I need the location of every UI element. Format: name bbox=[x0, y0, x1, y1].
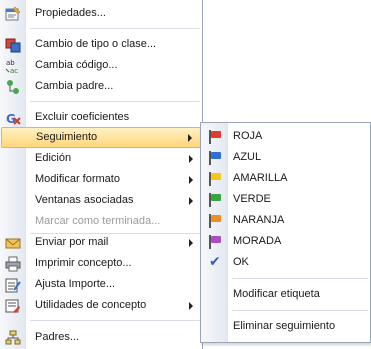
menu-item-mark-finished: Marcar como terminada... bbox=[0, 211, 202, 232]
submenu-item-red-flag[interactable]: ROJA bbox=[201, 126, 370, 147]
yellow-flag-icon bbox=[207, 171, 223, 187]
menu-item-change-parent[interactable]: Cambia padre... bbox=[0, 76, 202, 97]
menu-item-tracking[interactable]: Seguimiento bbox=[1, 127, 201, 148]
menu-item-edit[interactable]: Edición bbox=[0, 148, 202, 169]
tracking-submenu: ROJA AZUL AMARILLA VERDE NARANJA MORADA … bbox=[200, 122, 371, 343]
utilities-icon bbox=[5, 298, 21, 314]
menu-separator bbox=[30, 101, 200, 102]
submenu-arrow-icon bbox=[188, 134, 192, 142]
submenu-arrow-icon bbox=[189, 239, 193, 247]
submenu-item-remove-tracking[interactable]: Eliminar seguimiento bbox=[201, 316, 370, 337]
submenu-separator bbox=[232, 278, 368, 279]
menu-item-label: Edición bbox=[35, 152, 72, 164]
menu-item-modify-format[interactable]: Modificar formato bbox=[0, 169, 202, 190]
submenu-item-ok[interactable]: ✔ OK bbox=[201, 252, 370, 273]
menu-item-change-type[interactable]: Cambio de tipo o clase... bbox=[0, 34, 202, 55]
context-menu: Propiedades... Cambio de tipo o clase...… bbox=[0, 0, 203, 349]
submenu-item-label: NARANJA bbox=[233, 214, 285, 226]
submenu-item-label: OK bbox=[233, 256, 249, 268]
submenu-item-label: Eliminar seguimiento bbox=[233, 320, 336, 332]
menu-item-label: Padres... bbox=[35, 331, 80, 343]
menu-item-label: Marcar como terminada... bbox=[35, 215, 161, 227]
menu-item-label: Propiedades... bbox=[35, 7, 106, 19]
menu-item-label: Cambia padre... bbox=[35, 80, 114, 92]
menu-item-label: Cambio de tipo o clase... bbox=[35, 38, 157, 50]
menu-item-label: Imprimir concepto... bbox=[35, 257, 132, 269]
printer-icon bbox=[5, 256, 21, 272]
menu-item-change-code[interactable]: ab ac Cambia código... bbox=[0, 55, 202, 76]
properties-icon bbox=[5, 6, 21, 22]
menu-item-label: Ajusta Importe... bbox=[35, 278, 116, 290]
change-type-icon bbox=[5, 37, 21, 53]
menu-item-parents[interactable]: Padres... bbox=[0, 327, 202, 348]
menu-item-associated-windows[interactable]: Ventanas asociadas bbox=[0, 190, 202, 211]
blue-flag-icon bbox=[207, 150, 223, 166]
exclude-coefficients-icon: G bbox=[5, 110, 21, 126]
submenu-item-label: ROJA bbox=[233, 130, 263, 142]
adjust-amount-icon bbox=[5, 277, 21, 293]
menu-item-label: Seguimiento bbox=[36, 131, 98, 143]
red-flag-icon bbox=[207, 129, 223, 145]
submenu-arrow-icon bbox=[189, 155, 193, 163]
submenu-arrow-icon bbox=[189, 176, 193, 184]
checkmark-icon: ✔ bbox=[209, 254, 221, 270]
mail-icon bbox=[5, 235, 21, 251]
menu-item-label: Ventanas asociadas bbox=[35, 194, 134, 206]
menu-separator bbox=[30, 28, 200, 29]
submenu-item-label: Modificar etiqueta bbox=[233, 288, 320, 300]
menu-item-label: Modificar formato bbox=[35, 173, 120, 185]
menu-item-concept-utilities[interactable]: Utilidades de concepto bbox=[0, 295, 202, 316]
change-parent-icon bbox=[5, 79, 21, 95]
submenu-item-label: VERDE bbox=[233, 193, 271, 205]
menu-item-adjust-amount[interactable]: Ajusta Importe... bbox=[0, 274, 202, 295]
menu-item-label: Utilidades de concepto bbox=[35, 299, 147, 311]
submenu-item-green-flag[interactable]: VERDE bbox=[201, 189, 370, 210]
menu-item-print-concept[interactable]: Imprimir concepto... bbox=[0, 253, 202, 274]
menu-item-label: Excluir coeficientes bbox=[35, 111, 130, 123]
menu-item-exclude-coefficients[interactable]: G Excluir coeficientes bbox=[0, 107, 202, 128]
submenu-separator bbox=[232, 310, 368, 311]
submenu-item-label: AZUL bbox=[233, 151, 262, 163]
submenu-item-label: AMARILLA bbox=[233, 172, 288, 184]
svg-text:ab: ab bbox=[6, 59, 15, 67]
submenu-item-blue-flag[interactable]: AZUL bbox=[201, 147, 370, 168]
menu-item-label: Enviar por mail bbox=[35, 236, 109, 248]
menu-item-label: Cambia código... bbox=[35, 59, 118, 71]
menu-separator bbox=[30, 320, 200, 321]
submenu-item-yellow-flag[interactable]: AMARILLA bbox=[201, 168, 370, 189]
submenu-item-orange-flag[interactable]: NARANJA bbox=[201, 210, 370, 231]
submenu-item-modify-label[interactable]: Modificar etiqueta bbox=[201, 284, 370, 305]
submenu-arrow-icon bbox=[189, 197, 193, 205]
submenu-item-label: MORADA bbox=[233, 235, 282, 247]
purple-flag-icon bbox=[207, 234, 223, 250]
change-code-icon: ab ac bbox=[5, 58, 21, 74]
orange-flag-icon bbox=[207, 213, 223, 229]
parents-icon bbox=[5, 330, 21, 346]
submenu-item-purple-flag[interactable]: MORADA bbox=[201, 231, 370, 252]
svg-text:ac: ac bbox=[10, 67, 18, 74]
submenu-arrow-icon bbox=[189, 302, 193, 310]
menu-item-properties[interactable]: Propiedades... bbox=[0, 3, 202, 24]
green-flag-icon bbox=[207, 192, 223, 208]
menu-item-send-mail[interactable]: Enviar por mail bbox=[0, 232, 202, 253]
